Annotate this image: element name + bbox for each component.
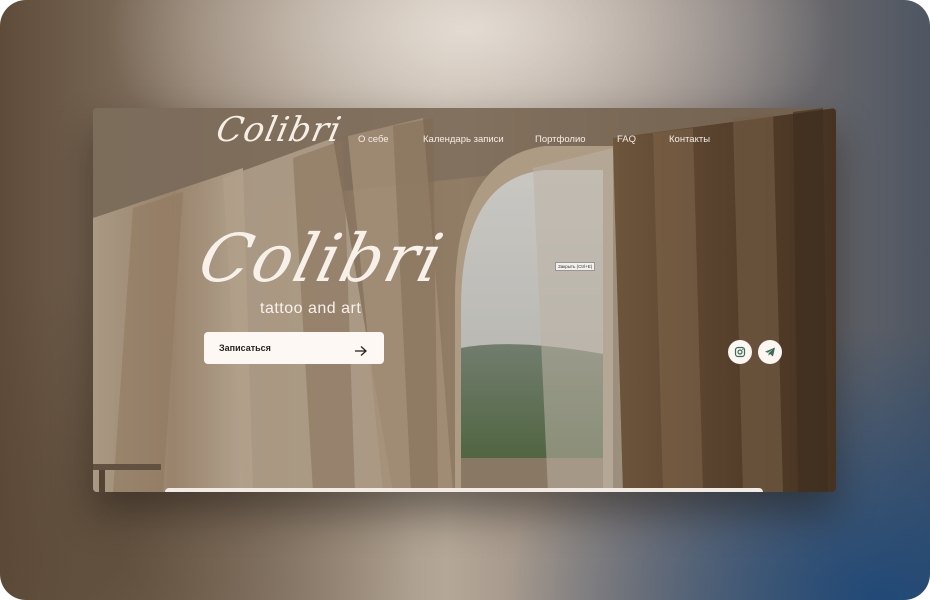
book-appointment-button[interactable]: Записаться [204,332,384,364]
nav-item-contacts[interactable]: Контакты [669,134,710,145]
book-appointment-label: Записаться [219,343,271,353]
instagram-icon [734,346,746,358]
arrow-right-icon [354,342,368,361]
nav-item-portfolio[interactable]: Портфолио [535,134,586,145]
hero-background-image [93,108,836,492]
presentation-background: Colibri О себе Календарь записи Портфоли… [0,0,930,600]
website-screenshot: Colibri О себе Календарь записи Портфоли… [93,108,836,492]
hero-subtitle: tattoo and art [260,300,362,317]
tooltip: Закрыть (Ctrl+E) [555,262,596,271]
hero-title: Colibri [191,220,453,297]
next-section-edge [165,488,763,492]
nav-item-about[interactable]: О себе [358,134,389,145]
telegram-button[interactable] [758,340,782,364]
nav-item-faq[interactable]: FAQ [617,134,636,145]
telegram-icon [765,347,775,357]
instagram-button[interactable] [728,340,752,364]
main-navigation: О себе Календарь записи Портфолио FAQ Ко… [93,134,836,150]
nav-item-booking-calendar[interactable]: Календарь записи [423,134,504,145]
